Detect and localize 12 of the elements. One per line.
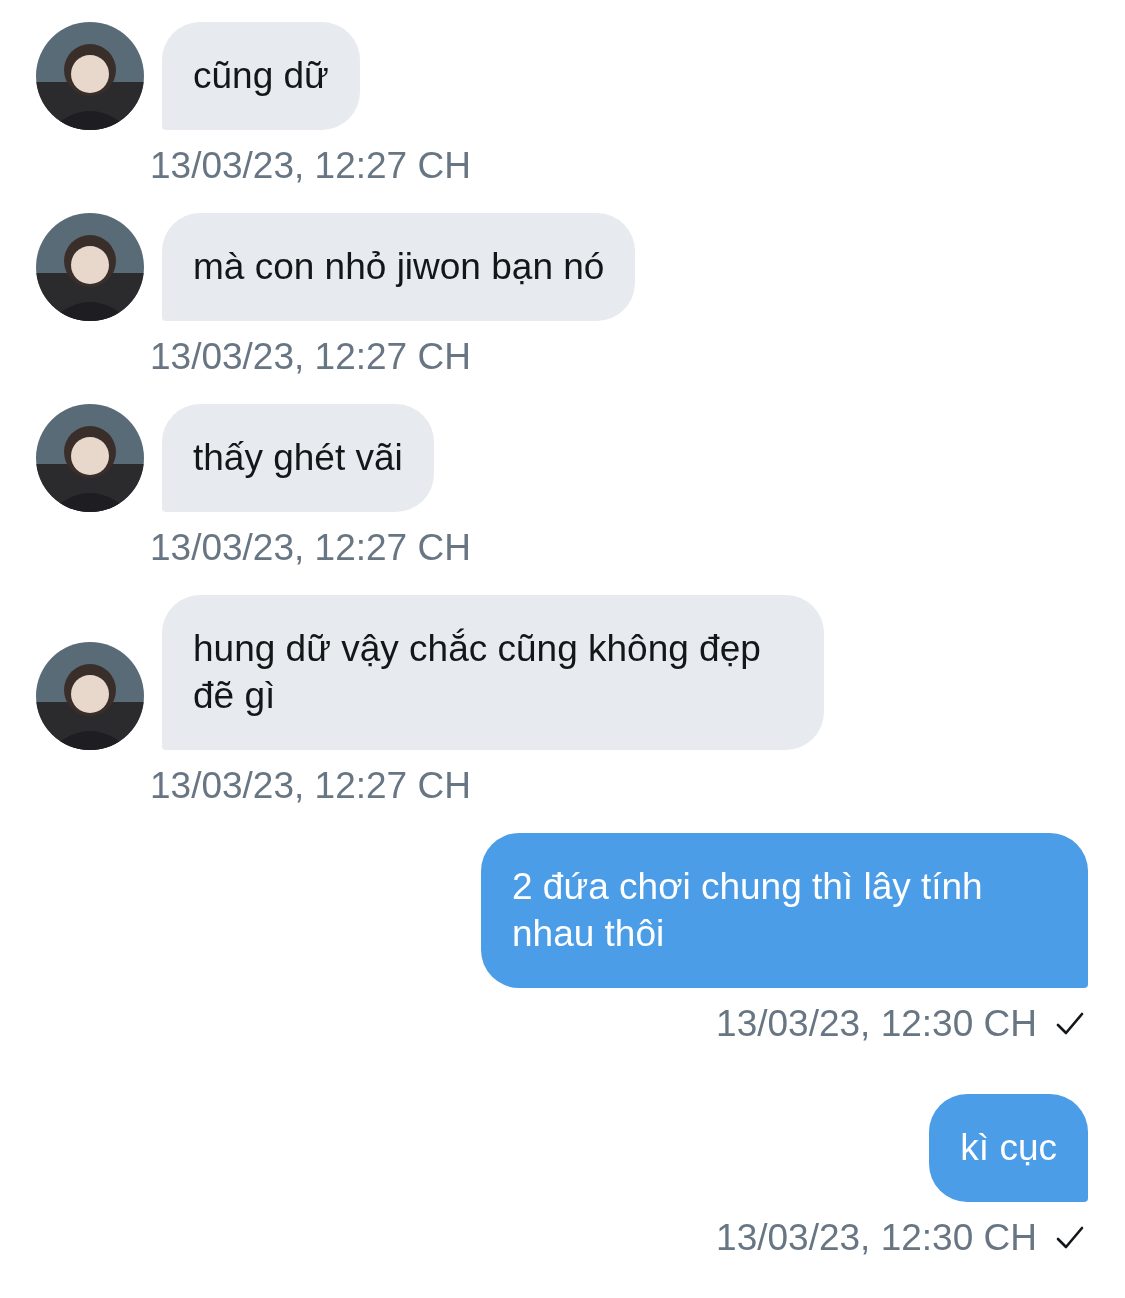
message-timestamp: 13/03/23, 12:27 CH [150, 764, 471, 808]
message-bubble: thấy ghét vãi [162, 404, 434, 512]
message-timestamp: 13/03/23, 12:27 CH [150, 335, 471, 379]
message-timestamp: 13/03/23, 12:27 CH [150, 144, 471, 188]
message-timestamp: 13/03/23, 12:30 CH [716, 1216, 1037, 1260]
message-bubble: kì cục [929, 1094, 1088, 1202]
message-bubble: mà con nhỏ jiwon bạn nó [162, 213, 636, 321]
message-timestamp: 13/03/23, 12:27 CH [150, 526, 471, 570]
message-bubble: hung dữ vậy chắc cũng không đẹp đẽ gì [162, 595, 824, 750]
message-timestamp: 13/03/23, 12:30 CH [716, 1002, 1037, 1046]
message-bubble: 2 đứa chơi chung thì lây tính nhau thôi [481, 833, 1088, 988]
message-bubble: cũng dữ [162, 22, 360, 130]
